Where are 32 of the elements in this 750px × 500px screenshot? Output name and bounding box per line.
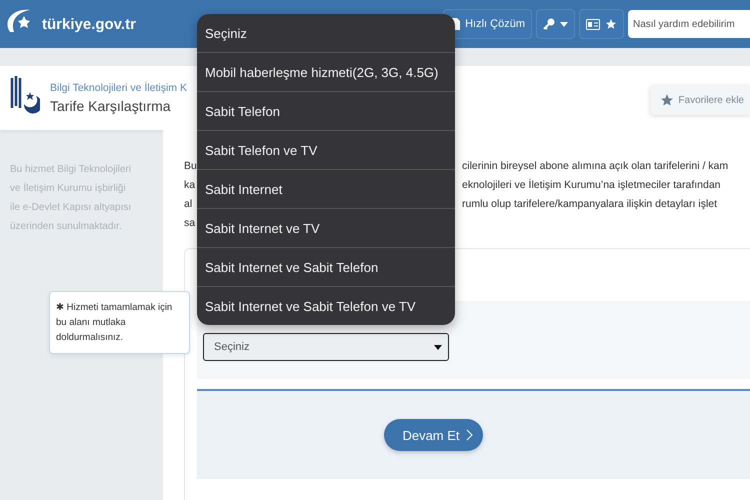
- dropdown-option[interactable]: Mobil haberleşme hizmeti(2G, 3G, 4.5G): [197, 52, 455, 91]
- key-menu-button[interactable]: [536, 9, 575, 39]
- intro-text: eknolojileri ve İletişim Kurumu’na işletmeciler tarafından: [462, 178, 722, 190]
- key-icon: [543, 18, 555, 30]
- caret-icon: [434, 344, 442, 350]
- search-field[interactable]: Nasıl yardım edebilirim: [628, 10, 750, 38]
- page-title: Tarife Karşılaştırma: [50, 98, 172, 114]
- dropdown-option[interactable]: Sabit Internet ve Sabit Telefon: [197, 247, 455, 286]
- intro-text: ka: [184, 178, 196, 190]
- dropdown-option[interactable]: Sabit Internet: [197, 169, 455, 208]
- site-logo-text[interactable]: türkiye.gov.tr: [42, 16, 136, 32]
- intro-text: rumlu olup tarifelere/kampanyalara ilişkin detayları işlet: [462, 198, 718, 210]
- dropdown-option[interactable]: Sabit Telefon: [197, 91, 455, 130]
- intro-text: Bu: [184, 160, 197, 172]
- dropdown-option[interactable]: Sabit Internet ve TV: [197, 208, 455, 247]
- dropdown-option[interactable]: Sabit Telefon ve TV: [197, 130, 455, 169]
- intro-text: al: [184, 198, 192, 210]
- institution-name: Bilgi Teknolojileri ve İletişim K: [50, 82, 187, 94]
- star-icon: [605, 18, 617, 30]
- intro-text: cilerinin bireysel abone alımına açık olan tarifelerini / kam: [462, 160, 730, 172]
- id-card-star-button[interactable]: [579, 9, 624, 39]
- service-type-select[interactable]: Seçiniz: [203, 333, 449, 361]
- required-field-tooltip: ✱ Hizmeti tamamlamak için bu alanı mutlaka doldurmalısınız.: [49, 291, 190, 354]
- intro-text: sa: [184, 216, 196, 228]
- star-icon: [660, 93, 674, 107]
- id-card-icon: [586, 18, 600, 30]
- continue-button[interactable]: Devam Et: [384, 419, 483, 451]
- caret-icon: [560, 22, 568, 26]
- quick-solution-button[interactable]: Hızlı Çözüm: [443, 9, 532, 39]
- chevron-right-icon: [466, 429, 473, 441]
- service-note: Bu hizmet Bilgi Teknolojileri ve İletişim Kurumu işbirliği ile e-Devlet Kapısı altyapısı üzerinden sunulmaktadır.: [10, 163, 132, 234]
- dropdown-option[interactable]: Sabit Internet ve Sabit Telefon ve TV: [197, 286, 455, 325]
